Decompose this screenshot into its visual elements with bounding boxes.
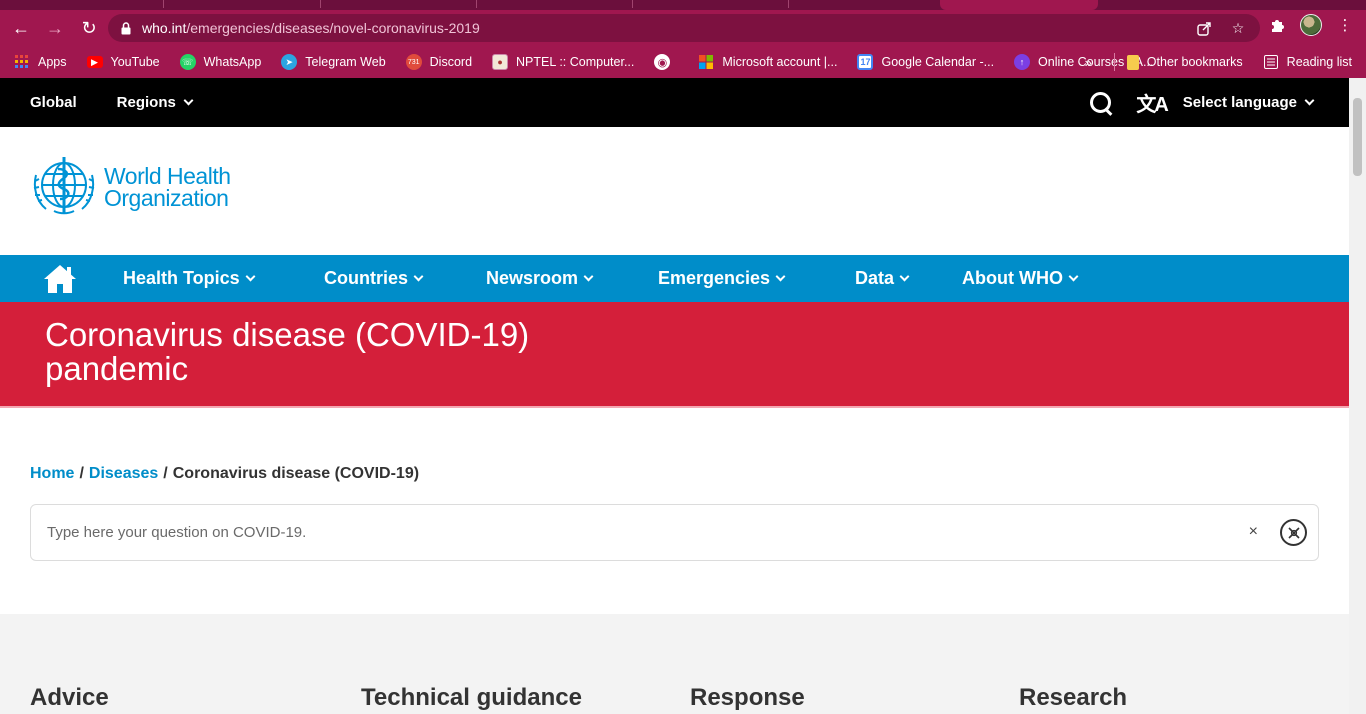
url-text: who.int/emergencies/diseases/novel-coron… [142,20,480,36]
clear-icon[interactable]: × [1249,523,1258,541]
telegram-icon: ➤ [281,54,298,70]
apps-grid-icon [14,54,30,70]
regions-dropdown[interactable]: Regions [117,94,194,111]
scrollbar-thumb[interactable] [1353,98,1362,176]
profile-avatar[interactable] [1300,14,1322,36]
covid-question-box: × [30,504,1319,561]
folder-icon [1126,54,1139,70]
microsoft-icon [698,54,714,70]
breadcrumb-home[interactable]: Home [30,465,74,482]
who-emblem-icon[interactable] [30,155,98,217]
nav-about-who[interactable]: About WHO [962,255,1079,302]
select-language-dropdown[interactable]: Select language [1183,94,1315,111]
more-bookmarks-chevron-icon[interactable]: » [1085,55,1092,70]
nav-health-topics[interactable]: Health Topics [123,255,256,302]
logo-header: World Health Organization [0,127,1349,255]
breadcrumb: Home / Diseases / Coronavirus disease (COVID… [30,465,420,482]
covid-question-input[interactable] [47,524,1147,541]
calendar-icon: 17 [857,54,874,70]
bookmark-apps[interactable]: Apps [14,54,67,70]
other-bookmarks[interactable]: Other bookmarks [1126,54,1243,70]
nav-data[interactable]: Data [855,255,910,302]
whatsapp-icon: ☏ [179,54,196,70]
nav-countries[interactable]: Countries [324,255,424,302]
nptel-icon: ● [492,54,509,70]
bookmark-microsoft[interactable]: Microsoft account |... [698,54,837,70]
reading-list[interactable]: Reading list [1263,54,1352,70]
page-title: Coronavirus disease (COVID-19) pandemic [45,316,530,387]
chevron-down-icon [1068,271,1079,282]
address-bar[interactable]: who.int/emergencies/diseases/novel-coron… [108,14,1260,42]
reading-list-icon [1263,54,1279,70]
bookmark-star-icon[interactable]: ☆ [1228,18,1248,38]
lock-icon [120,21,132,35]
breadcrumb-current: Coronavirus disease (COVID-19) [172,465,420,482]
who-top-bar: Global Regions 文A Select language [0,78,1349,127]
breadcrumb-diseases[interactable]: Diseases [89,465,158,482]
tab-strip[interactable] [0,0,1366,10]
nav-emergencies[interactable]: Emergencies [658,255,786,302]
chevron-down-icon [245,271,256,282]
reload-icon[interactable]: ↻ [76,15,102,41]
bookmark-whatsapp[interactable]: ☏ WhatsApp [179,54,261,70]
share-icon[interactable] [1194,18,1214,38]
translate-icon: 文A [1136,94,1168,116]
extensions-puzzle-icon[interactable] [1266,14,1288,36]
who-logo-text[interactable]: World Health Organization [104,165,231,210]
chevron-down-icon [183,95,194,106]
global-link[interactable]: Global [30,94,77,111]
menu-kebab-icon[interactable]: ⋮ [1334,14,1356,36]
course-icon: ↑ [1014,54,1031,70]
section-advice[interactable]: Advice [30,684,109,712]
home-icon[interactable] [42,263,78,295]
nav-newsroom[interactable]: Newsroom [486,255,594,302]
bookmark-discord[interactable]: 731 Discord [405,54,472,70]
page-banner: Coronavirus disease (COVID-19) pandemic [0,302,1349,408]
bookmark-nptel[interactable]: ● NPTEL :: Computer... [492,54,634,70]
forward-arrow-icon[interactable]: → [42,15,68,41]
section-research[interactable]: Research [1019,684,1127,712]
chevron-down-icon [1304,95,1315,106]
page-scrollbar[interactable] [1349,78,1366,714]
chevron-down-icon [413,271,424,282]
chevron-down-icon [775,271,786,282]
bookmark-telegram[interactable]: ➤ Telegram Web [281,54,386,70]
sections-area: Advice Technical guidance Response Resea… [0,614,1349,714]
discord-icon: 731 [405,54,422,70]
bookmarks-bar: Apps ▶ YouTube ☏ WhatsApp ➤ Telegram Web… [0,46,1366,78]
section-response[interactable]: Response [690,684,805,712]
browser-toolbar: ← → ↻ who.int/emergencies/diseases/novel… [0,10,1366,46]
search-icon[interactable] [1088,90,1114,116]
back-arrow-icon[interactable]: ← [8,15,34,41]
main-navigation: Health Topics Countries Newsroom Emergen… [0,255,1349,302]
chevron-down-icon [899,271,910,282]
section-technical-guidance[interactable]: Technical guidance [361,684,582,712]
chatbot-icon[interactable] [1280,519,1307,546]
content-area: Home / Diseases / Coronavirus disease (COVID… [0,408,1349,614]
chevron-down-icon [583,271,594,282]
bookmark-youtube[interactable]: ▶ YouTube [86,55,160,69]
youtube-icon: ▶ [86,56,103,68]
web-page: Global Regions 文A Select language World … [0,78,1349,714]
globe-icon: ◉ [654,54,671,70]
bookmark-google-calendar[interactable]: 17 Google Calendar -... [857,54,994,70]
active-tab[interactable] [940,0,1098,10]
bookmark-globe[interactable]: ◉ [654,54,678,70]
